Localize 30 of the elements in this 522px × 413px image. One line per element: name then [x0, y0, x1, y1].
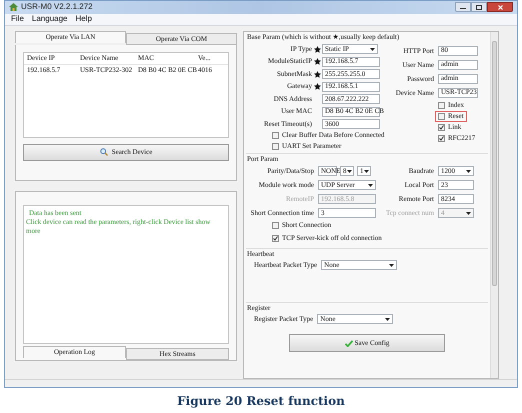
checkbox[interactable]: [438, 134, 445, 142]
dropdown-arrow-icon: [466, 212, 471, 215]
checkbox[interactable]: [272, 235, 279, 242]
close-icon: [498, 4, 502, 10]
checkbox[interactable]: [438, 102, 445, 109]
checkmark-icon: [344, 340, 353, 347]
checkbox[interactable]: [272, 132, 279, 140]
dropdown-arrow-icon: [385, 318, 390, 321]
dropdown-arrow-icon: [364, 170, 368, 173]
dropdown-arrow-icon: [389, 264, 394, 267]
house-icon: [9, 3, 18, 12]
checkbox[interactable]: [272, 222, 279, 230]
menu-item[interactable]: File: [11, 13, 24, 26]
window-title: USR-M0 V2.2.1.272: [21, 1, 93, 14]
checkbox[interactable]: [272, 143, 279, 150]
search-icon: [100, 148, 108, 156]
checkbox[interactable]: [438, 124, 445, 131]
scrollbar[interactable]: [490, 32, 498, 378]
dropdown-arrow-icon: [370, 48, 375, 51]
menu-item[interactable]: Help: [75, 13, 92, 26]
checkbox[interactable]: [438, 112, 445, 120]
figure-caption: Figure 20 Reset function: [177, 393, 345, 410]
scrollbar-thumb[interactable]: [492, 40, 497, 286]
dropdown-arrow-icon: [368, 184, 373, 187]
maximize-button[interactable]: [471, 2, 487, 12]
dropdown-arrow-icon: [346, 170, 352, 173]
menu-item[interactable]: Language: [32, 13, 68, 26]
minimize-button[interactable]: [455, 2, 471, 12]
close-button[interactable]: [487, 2, 513, 12]
dropdown-arrow-icon: [466, 170, 471, 173]
